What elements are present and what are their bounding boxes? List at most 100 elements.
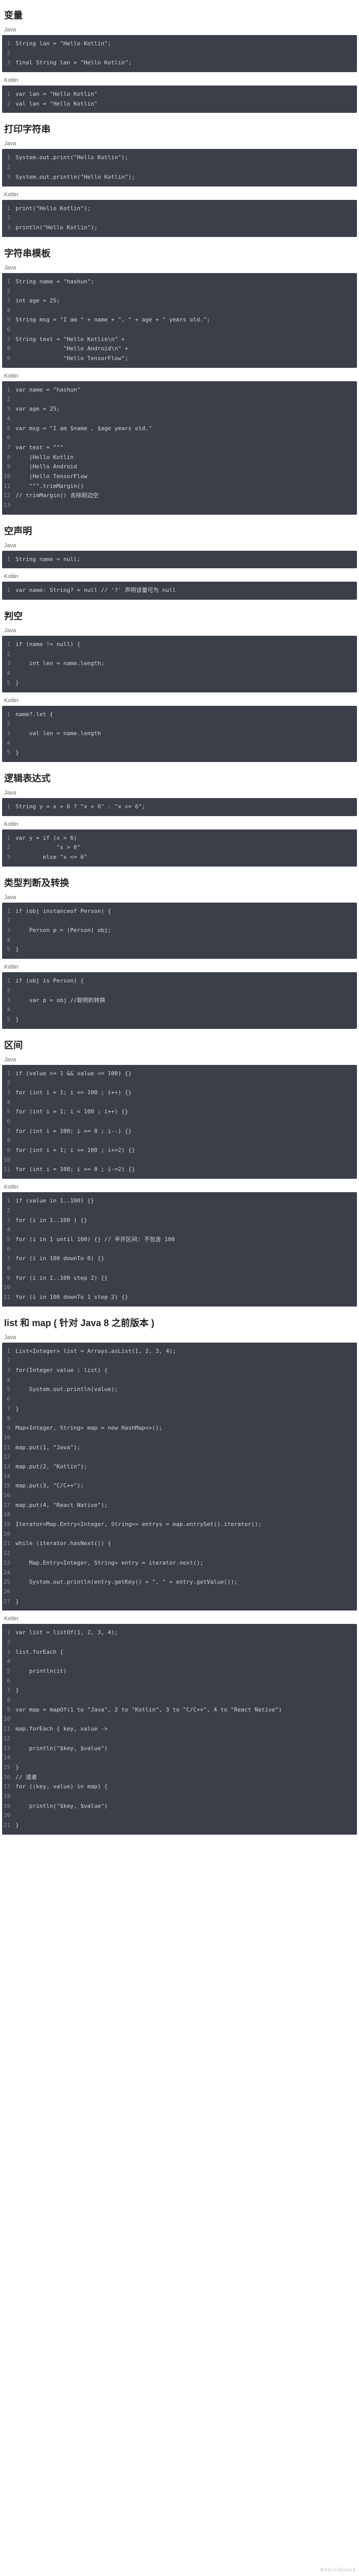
code-line: 26 [2, 1587, 357, 1597]
line-number: 8 [2, 1414, 15, 1424]
code-text [15, 1117, 357, 1127]
line-number: 6 [2, 1245, 15, 1255]
code-text: } [15, 748, 357, 758]
code-line: 4 [2, 306, 357, 316]
code-line: 16 [2, 1491, 357, 1501]
code-block: 1if (name != null) {23 int len = name.le… [2, 636, 357, 692]
code-line: 9 |Hello Android [2, 462, 357, 472]
line-number: 4 [2, 936, 15, 945]
line-number: 4 [2, 1005, 15, 1015]
code-text: } [15, 679, 357, 688]
code-line: 1if (obj is Person) { [2, 976, 357, 986]
code-text: var name: String? = null // '?' 声明该量可为 n… [15, 586, 357, 596]
code-line: 1List<Integer> list = Arrays.asList(1, 2… [2, 1347, 357, 1357]
language-label: Kotlin [4, 192, 355, 198]
line-number: 9 [2, 1423, 15, 1433]
code-line: 2 [2, 1206, 357, 1216]
code-line: 7for (int i = 100; i >= 0 ; i--) {} [2, 1127, 357, 1137]
code-line: 10 |Hello TensorFlow [2, 472, 357, 482]
code-text [15, 1356, 357, 1366]
code-line: 13 println("$key, $value") [2, 1744, 357, 1754]
code-block: 1if (obj is Person) {23 var p = obj //聪明… [2, 972, 357, 1028]
code-text: String name = null; [15, 555, 357, 565]
code-text [15, 1811, 357, 1821]
line-number: 20 [2, 1530, 15, 1539]
line-number: 6 [2, 1117, 15, 1127]
code-text: for (int i = 1; i <= 100 ; i++) {} [15, 1088, 357, 1098]
code-text [15, 286, 357, 296]
code-text: |Hello TensorFlow [15, 472, 357, 482]
code-text: } [15, 1821, 357, 1831]
code-line: 15map.put(3, "C/C++"); [2, 1481, 357, 1491]
line-number: 3 [2, 223, 15, 233]
line-number: 6 [2, 1395, 15, 1404]
code-text [15, 1283, 357, 1293]
code-line: 20 [2, 1530, 357, 1539]
code-line: 5} [2, 679, 357, 688]
code-text: final String lan = "Hello Kotlin"; [15, 58, 357, 68]
code-text: "Hello Android\n" + [15, 344, 357, 354]
code-line: 3 var p = obj //聪明的转换 [2, 996, 357, 1006]
code-text [15, 1530, 357, 1539]
line-number: 10 [2, 472, 15, 482]
code-line: 9 "Hello TensorFlow"; [2, 354, 357, 364]
line-number: 21 [2, 1539, 15, 1549]
line-number: 14 [2, 1753, 15, 1763]
line-number: 4 [2, 739, 15, 749]
code-line: 21} [2, 1821, 357, 1831]
code-text: if (obj instanceof Person) { [15, 907, 357, 917]
code-text: println("$key, $value") [15, 1802, 357, 1811]
code-text [15, 1715, 357, 1724]
code-line: 3var age = 25; [2, 404, 357, 414]
line-number: 7 [2, 335, 15, 345]
code-text [15, 1206, 357, 1216]
line-number: 2 [2, 286, 15, 296]
code-text: map.put(3, "C/C++"); [15, 1481, 357, 1491]
code-line: 2 [2, 213, 357, 223]
line-number: 14 [2, 1472, 15, 1482]
line-number: 12 [2, 1734, 15, 1744]
section-title: 空声明 [4, 524, 355, 537]
code-line: 11 """.trimMargin() [2, 482, 357, 492]
code-text: for (i in 1..100 step 2) {} [15, 1274, 357, 1283]
line-number: 24 [2, 1568, 15, 1578]
code-text [15, 501, 357, 511]
code-line: 2 [2, 163, 357, 173]
line-number: 1 [2, 39, 15, 49]
line-number: 10 [2, 1283, 15, 1293]
code-line: 19Iterator<Map.Entry<Integer, String>> e… [2, 1520, 357, 1530]
line-number: 17 [2, 1501, 15, 1511]
code-line: 3for (i in 1..100 ) {} [2, 1216, 357, 1226]
code-line: 2 [2, 719, 357, 729]
code-block: 1var name = "hashun"23var age = 25;45var… [2, 381, 357, 515]
line-number: 4 [2, 306, 15, 316]
code-line: 8 [2, 1136, 357, 1146]
code-text: } [15, 945, 357, 955]
code-line: 3for (int i = 1; i <= 100 ; i++) {} [2, 1088, 357, 1098]
line-number: 4 [2, 669, 15, 679]
line-number: 23 [2, 1558, 15, 1568]
line-number: 8 [2, 1264, 15, 1274]
language-label: Kotlin [4, 821, 355, 827]
code-line: 9for (i in 1..100 step 2) {} [2, 1274, 357, 1283]
code-text: } [15, 1404, 357, 1414]
line-number: 2 [2, 99, 15, 109]
code-line: 11for (i in 100 downTo 1 step 2) {} [2, 1293, 357, 1302]
section: 变量Java1String lan = "Hello Kotlin";23fin… [0, 8, 359, 113]
code-line: 7var text = """ [2, 443, 357, 453]
code-text [15, 395, 357, 404]
code-line: 2 [2, 49, 357, 59]
code-line: 1var name = "hashun" [2, 385, 357, 395]
code-text [15, 1753, 357, 1763]
line-number: 10 [2, 1715, 15, 1724]
code-line: 6 [2, 325, 357, 335]
code-text: String name = "hashun"; [15, 277, 357, 287]
code-text [15, 1676, 357, 1686]
code-block: 1name?.let {23 val len = name.length45} [2, 706, 357, 762]
code-line: 8 [2, 1264, 357, 1274]
line-number: 11 [2, 482, 15, 492]
code-text [15, 1433, 357, 1443]
line-number: 3 [2, 853, 15, 862]
code-text: map.forEach { key, value -> [15, 1724, 357, 1734]
line-number: 3 [2, 926, 15, 936]
